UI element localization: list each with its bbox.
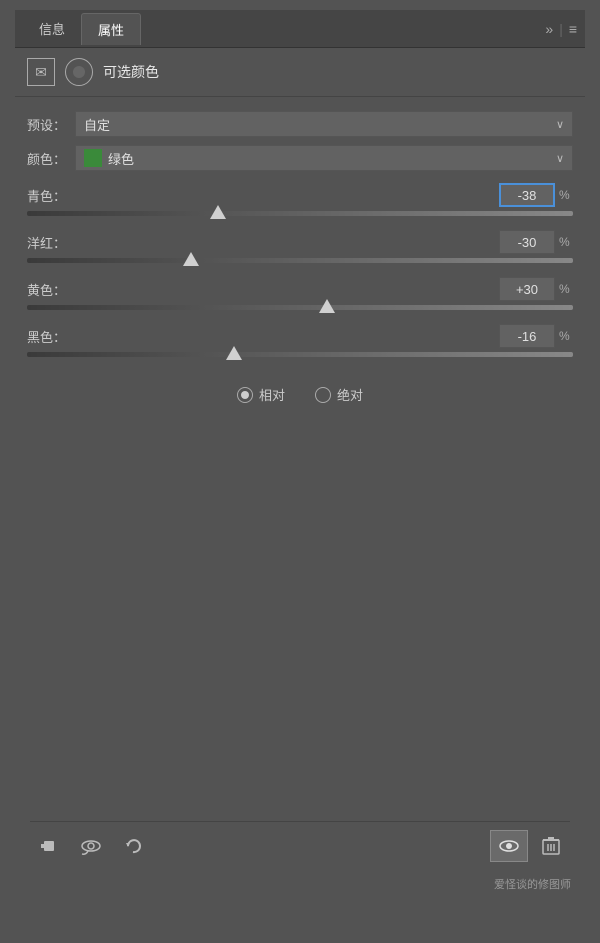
cyan-slider-section: 青色： % (27, 183, 573, 220)
black-thumb[interactable] (226, 346, 242, 360)
yellow-input[interactable] (499, 277, 555, 301)
radio-relative-label: 相对 (259, 385, 285, 404)
preset-arrow: ∨ (556, 118, 564, 131)
color-arrow: ∨ (556, 152, 564, 165)
cyan-label: 青色： (27, 186, 75, 205)
magenta-label: 洋红： (27, 233, 75, 252)
yellow-label: 黄色： (27, 280, 75, 299)
radio-row: 相对 绝对 (27, 371, 573, 414)
radio-relative[interactable]: 相对 (237, 385, 285, 404)
radio-absolute-circle[interactable] (315, 387, 331, 403)
color-swatch (84, 149, 102, 167)
eye-link-button[interactable] (72, 830, 110, 862)
tab-icons: » | ≡ (545, 21, 577, 37)
cyan-track[interactable] (27, 211, 573, 220)
black-track[interactable] (27, 352, 573, 361)
tab-bar: 信息 属性 » | ≡ (15, 10, 585, 48)
yellow-row: 黄色： % (27, 277, 573, 301)
cyan-row: 青色： % (27, 183, 573, 207)
magenta-unit: % (559, 235, 573, 249)
color-row: 颜色： 绿色 ∨ (27, 145, 573, 171)
tab-properties[interactable]: 属性 (81, 13, 141, 45)
radio-absolute-label: 绝对 (337, 385, 363, 404)
black-label: 黑色： (27, 327, 75, 346)
yellow-slider-section: 黄色： % (27, 277, 573, 314)
circle-icon[interactable] (65, 58, 93, 86)
magenta-track[interactable] (27, 258, 573, 267)
color-dropdown[interactable]: 绿色 ∨ (75, 145, 573, 171)
watermark: 爱怪谈的修图师 (494, 876, 571, 892)
yellow-thumb[interactable] (319, 299, 335, 313)
double-arrow-icon[interactable]: » (545, 21, 553, 37)
black-input[interactable] (499, 324, 555, 348)
preset-dropdown[interactable]: 自定 ∨ (75, 111, 573, 137)
cyan-input[interactable] (499, 183, 555, 207)
preset-row: 预设： 自定 ∨ (27, 111, 573, 137)
black-slider-section: 黑色： % (27, 324, 573, 361)
radio-absolute[interactable]: 绝对 (315, 385, 363, 404)
tab-info[interactable]: 信息 (23, 13, 81, 44)
preset-value: 自定 (84, 115, 110, 134)
pin-button[interactable] (30, 830, 68, 862)
magenta-row: 洋红： % (27, 230, 573, 254)
panel-content: 预设： 自定 ∨ 颜色： 绿色 ∨ (15, 97, 585, 428)
yellow-track[interactable] (27, 305, 573, 314)
envelope-icon[interactable]: ✉ (27, 58, 55, 86)
cyan-thumb[interactable] (210, 205, 226, 219)
menu-icon[interactable]: ≡ (569, 21, 577, 37)
preset-label: 预设： (27, 115, 75, 134)
radio-relative-circle[interactable] (237, 387, 253, 403)
cyan-unit: % (559, 188, 573, 202)
sliders-container: 青色： % 洋红： % (27, 183, 573, 361)
bottom-toolbar (30, 821, 570, 870)
yellow-unit: % (559, 282, 573, 296)
color-label: 颜色： (27, 149, 75, 168)
eye-button[interactable] (490, 830, 528, 862)
magenta-slider-section: 洋红： % (27, 230, 573, 267)
color-value: 绿色 (108, 149, 134, 168)
panel-header: ✉ 可选颜色 (15, 48, 585, 97)
magenta-input[interactable] (499, 230, 555, 254)
panel-wrapper: 信息 属性 » | ≡ ✉ 可选颜色 预设： 自定 ∨ (15, 10, 585, 900)
black-unit: % (559, 329, 573, 343)
panel-title: 可选颜色 (103, 62, 159, 82)
undo-button[interactable] (114, 830, 152, 862)
black-row: 黑色： % (27, 324, 573, 348)
delete-button[interactable] (532, 830, 570, 862)
magenta-thumb[interactable] (183, 252, 199, 266)
